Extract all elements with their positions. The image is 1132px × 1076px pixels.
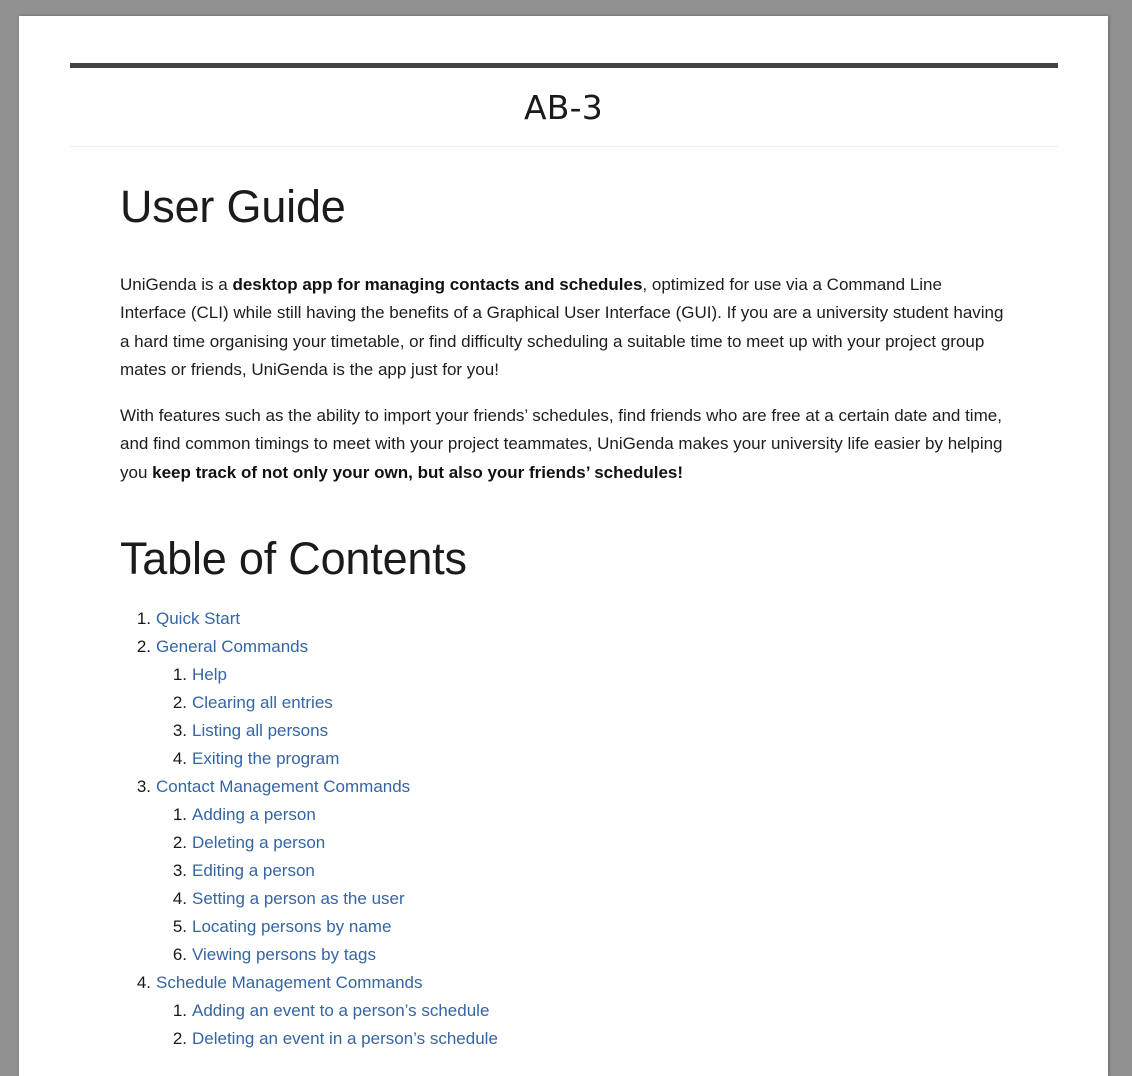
toc-item-marker: 4. (172, 889, 187, 909)
document-title: AB-3 (524, 88, 603, 127)
document-page: AB-3 User Guide UniGenda is a desktop ap… (19, 16, 1108, 1076)
toc-link[interactable]: Editing a person (187, 861, 315, 880)
toc-list-item: 2. Clearing all entries (120, 689, 1021, 717)
toc-list-item: 3. Editing a person (120, 857, 1021, 885)
toc-item-marker: 5. (172, 917, 187, 937)
toc-list-item: 5. Locating persons by name (120, 913, 1021, 941)
table-of-contents-list: 1. Quick Start 2. General Commands 1. Help 2. C… (120, 581, 1021, 1053)
intro-paragraph-1-bold-1: desktop app for managing contacts and sc… (232, 275, 643, 294)
document-header: AB-3 (70, 16, 1058, 147)
toc-item-marker: 1. (172, 805, 187, 825)
toc-list-item: 1. Quick Start (120, 605, 1021, 633)
toc-list-item: 6. Viewing persons by tags (120, 941, 1021, 969)
toc-link[interactable]: Exiting the program (187, 749, 339, 768)
toc-link[interactable]: Listing all persons (187, 721, 328, 740)
toc-list-item: 2. Deleting an event in a person’s schedu… (120, 1025, 1021, 1053)
toc-item-marker: 3. (172, 721, 187, 741)
toc-list-item: 4. Setting a person as the user (120, 885, 1021, 913)
toc-link[interactable]: Contact Management Commands (151, 777, 410, 796)
toc-list-item: 2. General Commands (120, 633, 1021, 661)
toc-link[interactable]: Deleting a person (187, 833, 325, 852)
toc-item-marker: 1. (172, 665, 187, 685)
toc-link[interactable]: Adding an event to a person’s schedule (187, 1001, 489, 1020)
toc-link[interactable]: General Commands (151, 637, 308, 656)
toc-link[interactable]: Schedule Management Commands (151, 973, 422, 992)
user-guide-heading: User Guide (120, 181, 346, 232)
toc-item-marker: 6. (172, 945, 187, 965)
toc-link[interactable]: Quick Start (151, 609, 240, 628)
intro-paragraph-2: With features such as the ability to imp… (120, 384, 1010, 487)
toc-link[interactable]: Deleting an event in a person’s schedule (187, 1029, 498, 1048)
toc-list-item: 3. Listing all persons (120, 717, 1021, 745)
header-bottom-rule (70, 146, 1058, 147)
toc-link[interactable]: Locating persons by name (187, 917, 391, 936)
toc-item-marker: 3. (136, 777, 151, 797)
toc-list-item: 4. Schedule Management Commands (120, 969, 1021, 997)
intro-paragraph-1: UniGenda is a desktop app for managing c… (120, 229, 1010, 384)
toc-item-marker: 2. (136, 637, 151, 657)
toc-link[interactable]: Clearing all entries (187, 693, 333, 712)
toc-list-item: 3. Contact Management Commands (120, 773, 1021, 801)
toc-list-item: 1. Help (120, 661, 1021, 689)
toc-list-item: 1. Adding an event to a person’s schedule (120, 997, 1021, 1025)
toc-item-marker: 4. (136, 973, 151, 993)
intro-paragraph-1-text-1: UniGenda is a (120, 275, 233, 294)
document-body: User Guide UniGenda is a desktop app for… (70, 147, 1057, 1053)
toc-item-marker: 1. (172, 1001, 187, 1021)
intro-paragraph-2-bold-1: keep track of not only your own, but als… (152, 462, 684, 482)
toc-link[interactable]: Adding a person (187, 805, 316, 824)
toc-item-marker: 4. (172, 749, 187, 769)
toc-link[interactable]: Viewing persons by tags (187, 945, 376, 964)
toc-item-marker: 2. (172, 833, 187, 853)
toc-item-marker: 2. (172, 693, 187, 713)
toc-item-marker: 2. (172, 1029, 187, 1049)
toc-link[interactable]: Setting a person as the user (187, 889, 405, 908)
table-of-contents-heading: Table of Contents (120, 533, 467, 585)
toc-list-item: 4. Exiting the program (120, 745, 1021, 773)
toc-item-marker: 1. (136, 609, 151, 629)
toc-link[interactable]: Help (187, 665, 227, 684)
toc-list-item: 1. Adding a person (120, 801, 1021, 829)
toc-item-marker: 3. (172, 861, 187, 881)
toc-list-item: 2. Deleting a person (120, 829, 1021, 857)
document-content: AB-3 User Guide UniGenda is a desktop ap… (19, 16, 1108, 1053)
